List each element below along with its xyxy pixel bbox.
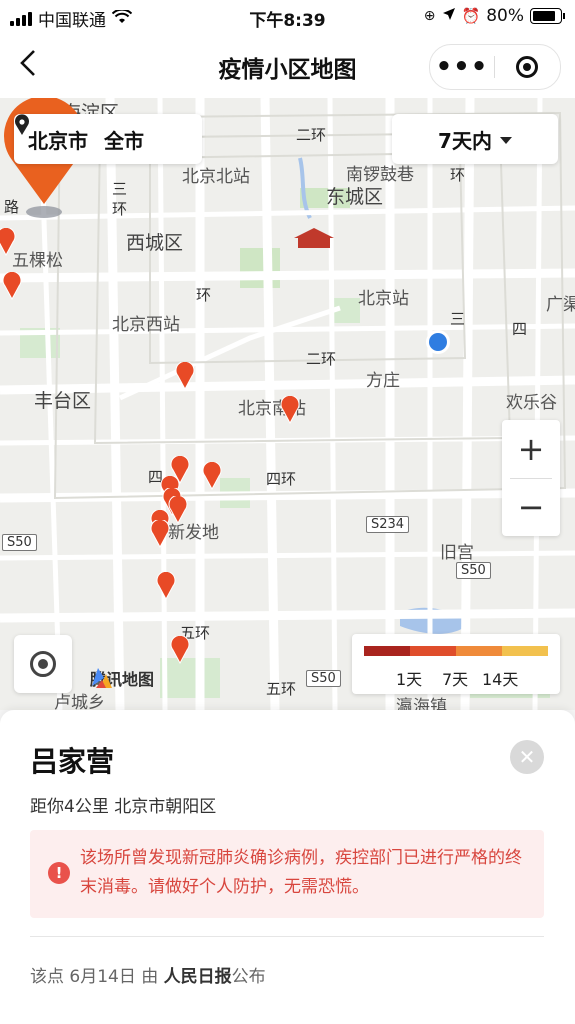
map-label-beijing-station: 北京站 [358,289,409,309]
map-label-wuhuan2: 五环 [266,680,297,698]
tiananmen-icon [294,228,334,248]
location-pin-icon [15,114,29,135]
divider [30,936,544,937]
zoom-control: + − [502,420,560,536]
close-sheet-button[interactable]: ✕ [510,740,544,774]
zoom-in-button[interactable]: + [502,420,560,478]
map-label-huan2: 环 [112,200,128,218]
map-label-huanle: 欢乐谷 [506,393,557,413]
map-label-fengtai: 丰台区 [34,390,92,412]
battery-tip [563,13,565,19]
mini-program-capsule: ••• [429,44,561,90]
city-label: 北京市 [28,128,88,153]
location-detail-sheet: 吕家营 ✕ 距你4公里 北京市朝阳区 ! 该场所曾发现新冠肺炎确诊病例，疾控部门… [0,710,575,1024]
distance-and-district: 距你4公里 北京市朝阳区 [30,797,217,817]
close-program-button[interactable] [495,56,559,78]
battery-percent: 80% [486,6,524,26]
map-label-si-r: 四 [512,320,528,338]
warning-notice: ! 该场所曾发现新冠肺炎确诊病例，疾控部门已进行严格的终末消毒。请做好个人防护，… [30,830,544,918]
alarm-icon: ⏰ [461,7,481,25]
map-label-s234: S234 [366,516,410,533]
source-line: 该点 6月14日 由 人民日报公布 [30,962,266,987]
map-label-jiugong: 旧宫 [440,543,474,563]
tencent-map-icon [92,668,112,688]
zoom-divider [510,478,552,479]
map-label-s50-bottom: S50 [306,670,341,687]
time-legend: 1天 7天 14天 [352,634,560,694]
map-label-huan-diag: 环 [196,286,212,304]
case-pin[interactable] [2,272,22,300]
case-pin[interactable] [280,396,300,424]
battery-icon [530,8,562,24]
nav-bar: 疫情小区地图 ••• [0,34,575,98]
location-name: 吕家营 [30,745,115,778]
legend-segment-4 [502,646,548,656]
time-range-label: 7天内 [438,128,492,153]
legend-label-7day: 7天 [442,670,469,689]
city-selector[interactable]: 北京市 全市 [14,114,202,164]
locate-me-button[interactable] [14,635,72,693]
case-pin[interactable] [168,496,188,524]
map-label-xicheng: 西城区 [126,232,184,254]
case-pin[interactable] [202,462,222,490]
tencent-map-logo: 腾讯地图 [90,666,154,690]
map-label-wukesong: 五棵松 [12,251,63,271]
legend-segment-2 [410,646,456,656]
map-label-dongcheng: 东城区 [326,186,384,208]
legend-label-1day: 1天 [396,670,423,689]
status-right: ⊕ ⏰ 80% [424,6,565,26]
legend-color-bar [364,646,548,656]
location-arrow-icon [442,6,456,26]
area-label: 全市 [104,128,144,153]
map-label-yinghaizhen: 瀛海镇 [396,697,447,710]
caret-down-icon [499,136,512,144]
map-label-s50-left: S50 [2,534,37,551]
time-range-selector[interactable]: 7天内 [392,114,558,164]
map-label-erhuan-top: 二环 [296,126,327,144]
map-label-huan: 环 [450,166,466,184]
source-prefix: 该点 6月14日 由 [30,967,164,987]
map-label-san-r: 三 [450,310,466,328]
case-pin[interactable] [0,228,16,256]
map-label-beijing-north: 北京北站 [182,167,250,187]
map-label-guangqu: 广渠 [546,295,575,315]
case-pin[interactable] [175,362,195,390]
case-pin[interactable] [170,636,190,664]
warning-text: 该场所曾发现新冠肺炎确诊病例，疾控部门已进行严格的终末消毒。请做好个人防护，无需… [80,848,522,897]
status-bar: 中国联通 下午8:39 ⊕ ⏰ 80% [0,0,575,34]
map-label-s50-right: S50 [456,562,491,579]
legend-segment-1 [364,646,410,656]
exclamation-icon: ! [48,862,70,884]
more-icon[interactable]: ••• [430,54,494,80]
rotation-lock-icon: ⊕ [423,8,436,24]
source-publisher: 人民日报 [163,967,232,987]
legend-segment-3 [456,646,502,656]
target-icon [516,56,538,78]
locate-icon [30,651,56,677]
map-label-erhuan-mid: 二环 [306,350,337,368]
case-pin[interactable] [150,520,170,548]
legend-label-14day: 14天 [482,670,519,689]
source-suffix: 公布 [231,967,266,987]
case-pin[interactable] [156,572,176,600]
map-label-beijing-west: 北京西站 [112,315,180,335]
zoom-out-button[interactable]: − [502,478,560,536]
map-label-san: 三 [112,180,128,198]
map-label-fangzhuang: 方庄 [366,371,400,391]
map-view[interactable]: 海淀区 二环 北京北站 南锣鼓巷 东城区 环 路 三 环 西城区 五棵松 北京站… [0,98,575,710]
map-label-sihuan: 四环 [266,470,297,488]
